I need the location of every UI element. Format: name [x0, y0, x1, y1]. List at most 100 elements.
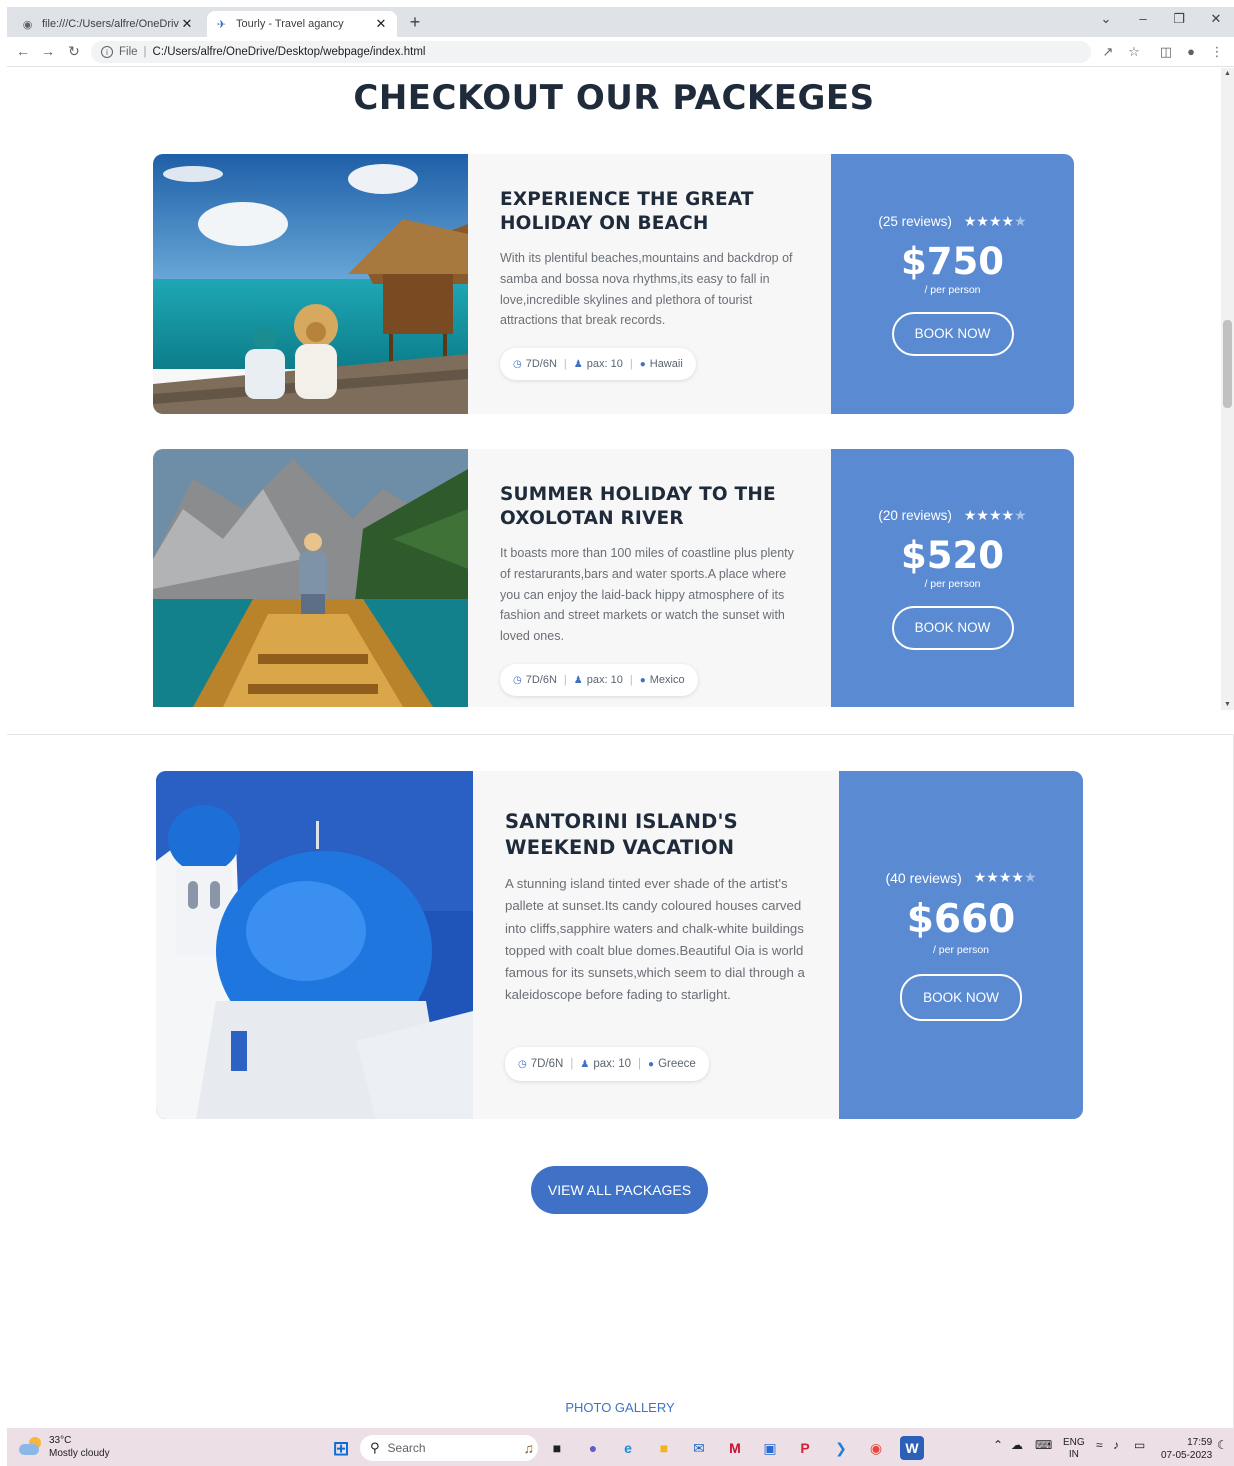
package-price-panel: (20 reviews) ★★★★★ $520 / per person BOO…: [831, 449, 1074, 707]
back-arrow-icon[interactable]: ←: [13, 43, 33, 59]
search-icon: ⚲: [370, 1440, 380, 1455]
close-window-icon[interactable]: ✕: [1204, 11, 1228, 27]
tab-title: Tourly - Travel agancy: [236, 18, 344, 30]
tab-search-chevron-icon[interactable]: ⌄: [1094, 11, 1118, 27]
taskbar-search-box[interactable]: ⚲ Search ♫: [360, 1435, 538, 1461]
package-info: SANTORINI ISLAND'S WEEKEND VACATION A st…: [473, 771, 839, 1119]
package-price: $520: [901, 533, 1004, 577]
users-icon: ♟: [573, 674, 583, 686]
location-pin-icon: ●: [639, 358, 646, 370]
windows-start-icon[interactable]: ⊞: [329, 1436, 353, 1460]
browser-tab-file[interactable]: ◉ file:///C:/Users/alfre/OneDrive/D ✕: [13, 11, 203, 37]
language-indicator[interactable]: ENG IN: [1063, 1437, 1085, 1461]
info-icon[interactable]: i: [101, 46, 113, 58]
clock-time: 17:59: [1187, 1437, 1213, 1448]
package-reviews: (20 reviews) ★★★★★: [878, 507, 1026, 524]
users-icon: ♟: [580, 1058, 590, 1070]
search-highlight-icon: ♫: [523, 1440, 535, 1456]
profile-icon[interactable]: ●: [1182, 44, 1200, 59]
wifi-icon[interactable]: ≈: [1096, 1438, 1103, 1452]
package-photo-santorini: [156, 771, 473, 1119]
package-duration: 7D/6N: [525, 674, 557, 686]
scroll-up-arrow-icon[interactable]: ▲: [1221, 70, 1234, 77]
globe-icon: ◉: [22, 18, 33, 31]
menu-kebab-icon[interactable]: ⋮: [1208, 44, 1226, 60]
system-clock[interactable]: 17:59 07-05-2023: [1161, 1436, 1212, 1462]
package-location: Hawaii: [649, 358, 683, 370]
package-price-panel: (25 reviews) ★★★★★ $750 / per person BOO…: [831, 154, 1074, 414]
package-description: With its plentiful beaches,mountains and…: [500, 251, 793, 328]
forward-arrow-icon[interactable]: →: [38, 43, 58, 59]
edge-browser-icon[interactable]: e: [616, 1436, 640, 1460]
screenshot-divider: [7, 734, 1234, 735]
weather-temperature: 33°C: [49, 1435, 72, 1446]
photo-gallery-link[interactable]: PHOTO GALLERY: [0, 1400, 1234, 1415]
close-tab-icon[interactable]: ✕: [373, 16, 389, 32]
package-title: SANTORINI ISLAND'S WEEKEND VACATION: [505, 810, 738, 859]
mail-icon[interactable]: ✉: [687, 1436, 711, 1460]
url-protocol: File: [119, 46, 138, 58]
package-location: Greece: [658, 1058, 696, 1070]
bookmark-star-icon[interactable]: ☆: [1125, 44, 1143, 60]
view-all-packages-button[interactable]: VIEW ALL PACKAGES: [531, 1166, 708, 1214]
restore-icon[interactable]: ❐: [1167, 11, 1191, 27]
mcafee-icon[interactable]: M: [723, 1436, 747, 1460]
vscode-icon[interactable]: ❯: [829, 1436, 853, 1460]
package-reviews: (40 reviews) ★★★★★: [885, 869, 1036, 886]
close-tab-icon[interactable]: ✕: [179, 16, 195, 32]
scrollbar-thumb[interactable]: [1223, 320, 1232, 408]
weather-widget[interactable]: 33°C Mostly cloudy: [19, 1434, 110, 1460]
volume-icon[interactable]: ♪: [1113, 1438, 1119, 1452]
book-now-button[interactable]: BOOK NOW: [891, 311, 1014, 356]
airplane-icon: ✈: [216, 18, 227, 31]
users-icon: ♟: [573, 358, 583, 370]
cloud-sync-icon[interactable]: ☁: [1011, 1438, 1023, 1452]
book-now-button[interactable]: BOOK NOW: [891, 605, 1014, 650]
package-pax: pax: 10: [593, 1058, 632, 1070]
page-scrollbar[interactable]: ▲ ▼: [1221, 68, 1234, 710]
url-omnibox[interactable]: i File | C:/Users/alfre/OneDrive/Desktop…: [91, 41, 1091, 63]
package-card: SANTORINI ISLAND'S WEEKEND VACATION A st…: [156, 771, 1083, 1119]
rating-stars-icon: ★★★★★: [963, 212, 1027, 229]
review-count: (40 reviews): [885, 869, 962, 886]
tray-chevron-icon[interactable]: ⌃: [993, 1438, 1003, 1452]
teams-chat-icon[interactable]: ●: [581, 1436, 605, 1460]
pinterest-icon[interactable]: P: [793, 1436, 817, 1460]
package-reviews: (25 reviews) ★★★★★: [878, 213, 1026, 230]
book-now-button[interactable]: BOOK NOW: [900, 974, 1022, 1021]
taskbar-search-label: Search: [387, 1441, 426, 1455]
package-meta: ◷ 7D/6N | ♟ pax: 10 | ● Mexico: [500, 664, 698, 696]
scroll-down-arrow-icon[interactable]: ▼: [1221, 701, 1234, 708]
rating-stars-icon: ★★★★★: [973, 869, 1037, 885]
store-icon[interactable]: ▣: [758, 1436, 782, 1460]
side-panel-icon[interactable]: ◫: [1157, 44, 1175, 60]
url-separator: |: [143, 46, 147, 58]
package-description: A stunning island tinted ever shade of t…: [505, 876, 805, 1003]
minimize-icon[interactable]: –: [1131, 11, 1155, 26]
page-title: CHECKOUT OUR PACKEGES: [353, 78, 875, 118]
package-photo-beach: [153, 154, 468, 414]
task-view-icon[interactable]: ■: [545, 1436, 569, 1460]
clock-date: 07-05-2023: [1161, 1450, 1213, 1461]
location-pin-icon: ●: [639, 674, 646, 686]
package-card: SUMMER HOLIDAY TO THE OXOLOTAN RIVER It …: [153, 449, 1074, 707]
keyboard-icon[interactable]: ⌨: [1035, 1438, 1052, 1452]
chrome-icon[interactable]: ◉: [864, 1436, 888, 1460]
package-title: EXPERIENCE THE GREAT HOLIDAY ON BEACH: [500, 189, 754, 234]
url-path: C:/Users/alfre/OneDrive/Desktop/webpage/…: [152, 46, 426, 58]
file-explorer-icon[interactable]: ■: [652, 1436, 676, 1460]
new-tab-button[interactable]: +: [405, 12, 425, 33]
battery-icon[interactable]: ▭: [1134, 1438, 1145, 1452]
notification-icon[interactable]: ☾: [1217, 1438, 1228, 1452]
browser-tab-tourly[interactable]: ✈ Tourly - Travel agancy ✕: [207, 11, 397, 37]
browser-tab-strip: ◉ file:///C:/Users/alfre/OneDrive/D ✕ ✈ …: [7, 7, 1234, 37]
clock-icon: ◷: [518, 1058, 527, 1070]
package-duration: 7D/6N: [525, 358, 557, 370]
weather-description: Mostly cloudy: [49, 1448, 110, 1459]
reload-icon[interactable]: ↻: [64, 43, 84, 60]
package-price: $660: [906, 897, 1016, 942]
package-location: Mexico: [649, 674, 685, 686]
package-meta: ◷ 7D/6N | ♟ pax: 10 | ● Greece: [505, 1047, 709, 1081]
share-icon[interactable]: ↗: [1099, 44, 1117, 60]
word-icon[interactable]: W: [900, 1436, 924, 1460]
